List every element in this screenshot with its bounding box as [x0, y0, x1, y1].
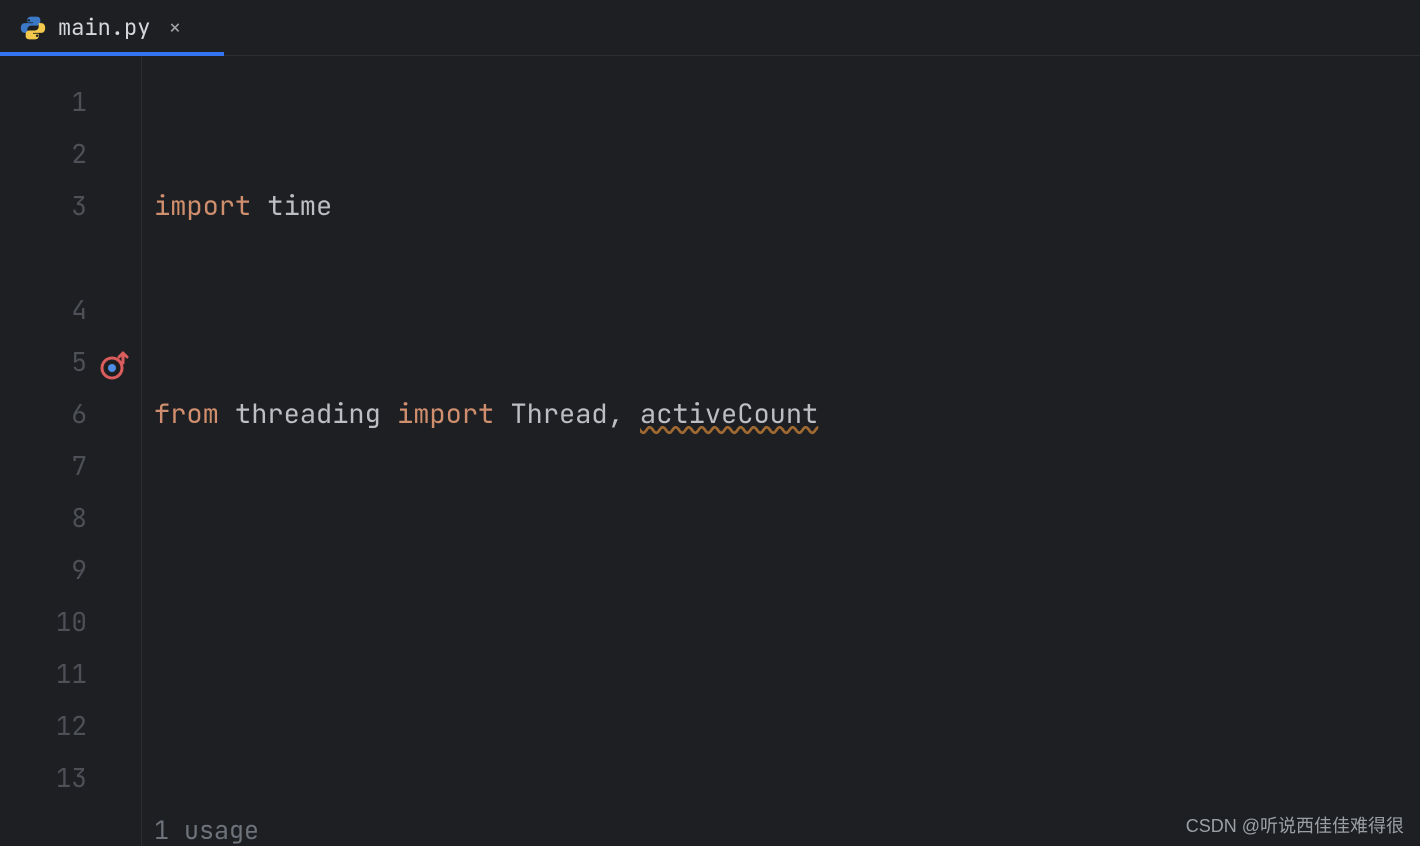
line-number[interactable]: 5 — [0, 336, 141, 388]
gutter: 1 2 3 4 5 6 7 8 9 10 11 12 13 — [0, 56, 142, 846]
line-number[interactable]: 8 — [0, 492, 141, 544]
identifier-warning: activeCount — [640, 396, 818, 432]
line-number[interactable]: 12 — [0, 700, 141, 752]
code-area[interactable]: import time from threading import Thread… — [142, 56, 1420, 846]
python-file-icon — [20, 15, 46, 41]
line-number[interactable]: 11 — [0, 648, 141, 700]
close-icon[interactable]: × — [162, 13, 181, 42]
identifier: threading — [235, 396, 381, 432]
line-number[interactable]: 2 — [0, 128, 141, 180]
line-number[interactable]: 9 — [0, 544, 141, 596]
tab-filename: main.py — [58, 13, 150, 42]
tab-bar: main.py × — [0, 0, 1420, 56]
keyword: import — [154, 188, 251, 224]
line-number-text: 5 — [71, 344, 87, 379]
tab-main-py[interactable]: main.py × — [14, 3, 196, 52]
code-line[interactable] — [142, 596, 1420, 648]
identifier: time — [267, 188, 332, 224]
keyword: import — [397, 396, 494, 432]
run-target-icon[interactable] — [99, 346, 131, 378]
code-editor[interactable]: 1 2 3 4 5 6 7 8 9 10 11 12 13 import tim… — [0, 56, 1420, 846]
line-number[interactable]: 10 — [0, 596, 141, 648]
line-number[interactable]: 1 — [0, 76, 141, 128]
line-number[interactable]: 4 — [0, 284, 141, 336]
code-line[interactable]: from threading import Thread, activeCoun… — [142, 388, 1420, 440]
gutter-spacer — [0, 232, 141, 284]
keyword: from — [154, 396, 219, 432]
code-line[interactable]: import time — [142, 180, 1420, 232]
watermark: CSDN @听说西佳佳难得很 — [1186, 812, 1404, 838]
identifier: Thread — [510, 396, 607, 432]
line-number[interactable]: 7 — [0, 440, 141, 492]
line-number[interactable]: 13 — [0, 752, 141, 804]
line-number[interactable]: 6 — [0, 388, 141, 440]
punct: , — [608, 396, 640, 432]
line-number[interactable]: 3 — [0, 180, 141, 232]
